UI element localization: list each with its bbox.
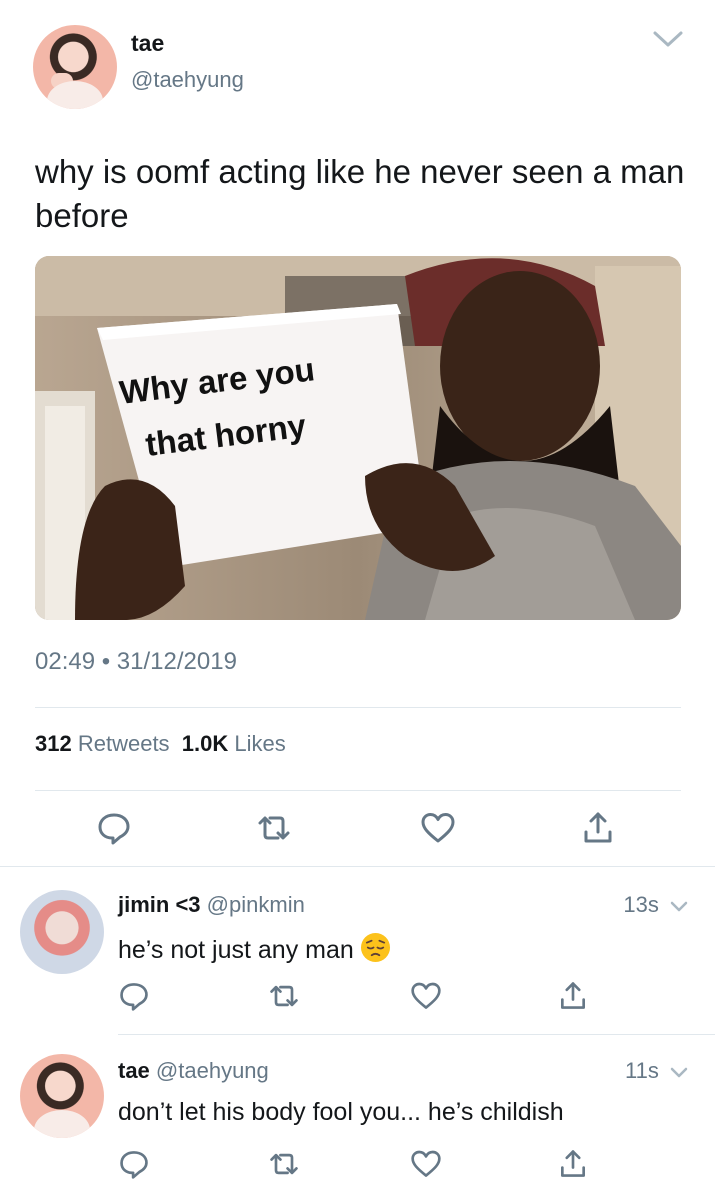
likes-count[interactable]: 1.0K — [182, 731, 228, 756]
chevron-down-icon[interactable] — [669, 1065, 689, 1079]
chevron-down-icon[interactable] — [651, 28, 685, 50]
share-icon[interactable] — [557, 1148, 589, 1180]
avatar[interactable] — [20, 890, 104, 974]
reply-actions — [0, 980, 715, 1020]
reply-author-name[interactable]: jimin <3 — [118, 892, 201, 917]
tweet-header: tae @taehyung — [0, 0, 715, 130]
reply-icon[interactable] — [118, 980, 150, 1012]
reply-header: jimin <3 @pinkmin — [118, 892, 305, 918]
divider — [35, 707, 681, 708]
tweet-timestamp[interactable]: 02:49 • 31/12/2019 — [35, 648, 237, 676]
reply-author-handle[interactable]: @pinkmin — [207, 892, 305, 917]
tweet-image[interactable]: Why are you that horny — [35, 256, 681, 620]
reply-text: don’t let his body fool you... he’s chil… — [118, 1098, 564, 1126]
reply-time: 11s — [625, 1058, 689, 1084]
reply-timestamp[interactable]: 11s — [625, 1058, 659, 1083]
divider — [35, 790, 681, 791]
reply-tweet[interactable]: jimin <3 @pinkmin 13s he’s not just any … — [0, 866, 715, 1034]
like-icon[interactable] — [410, 980, 442, 1012]
retweets-count[interactable]: 312 — [35, 731, 72, 756]
share-icon[interactable] — [580, 810, 616, 846]
reply-text: he’s not just any man — [118, 932, 391, 965]
author-handle[interactable]: @taehyung — [131, 67, 244, 93]
reply-time: 13s — [623, 892, 689, 918]
retweet-icon[interactable] — [268, 980, 300, 1012]
tweet-stats: 312 Retweets 1.0K Likes — [35, 731, 286, 757]
retweets-label[interactable]: Retweets — [78, 731, 170, 756]
like-icon[interactable] — [420, 810, 456, 846]
chevron-down-icon[interactable] — [669, 899, 689, 913]
reply-tweet[interactable]: tae @taehyung 11s don’t let his body foo… — [0, 1034, 715, 1200]
reply-author-name[interactable]: tae — [118, 1058, 150, 1083]
reply-timestamp[interactable]: 13s — [623, 892, 658, 917]
reply-icon[interactable] — [118, 1148, 150, 1180]
like-icon[interactable] — [410, 1148, 442, 1180]
reply-header: tae @taehyung — [118, 1058, 269, 1084]
tweet-text: why is oomf acting like he never seen a … — [35, 153, 685, 234]
retweet-icon[interactable] — [256, 810, 292, 846]
author-name[interactable]: tae — [131, 30, 164, 57]
avatar[interactable] — [33, 25, 117, 109]
pensive-face-icon — [360, 932, 390, 963]
tweet-actions — [0, 810, 715, 850]
reply-icon[interactable] — [96, 810, 132, 846]
reply-author-handle[interactable]: @taehyung — [156, 1058, 269, 1083]
reply-actions — [0, 1148, 715, 1188]
share-icon[interactable] — [557, 980, 589, 1012]
retweet-icon[interactable] — [268, 1148, 300, 1180]
likes-label[interactable]: Likes — [234, 731, 285, 756]
avatar[interactable] — [20, 1054, 104, 1138]
